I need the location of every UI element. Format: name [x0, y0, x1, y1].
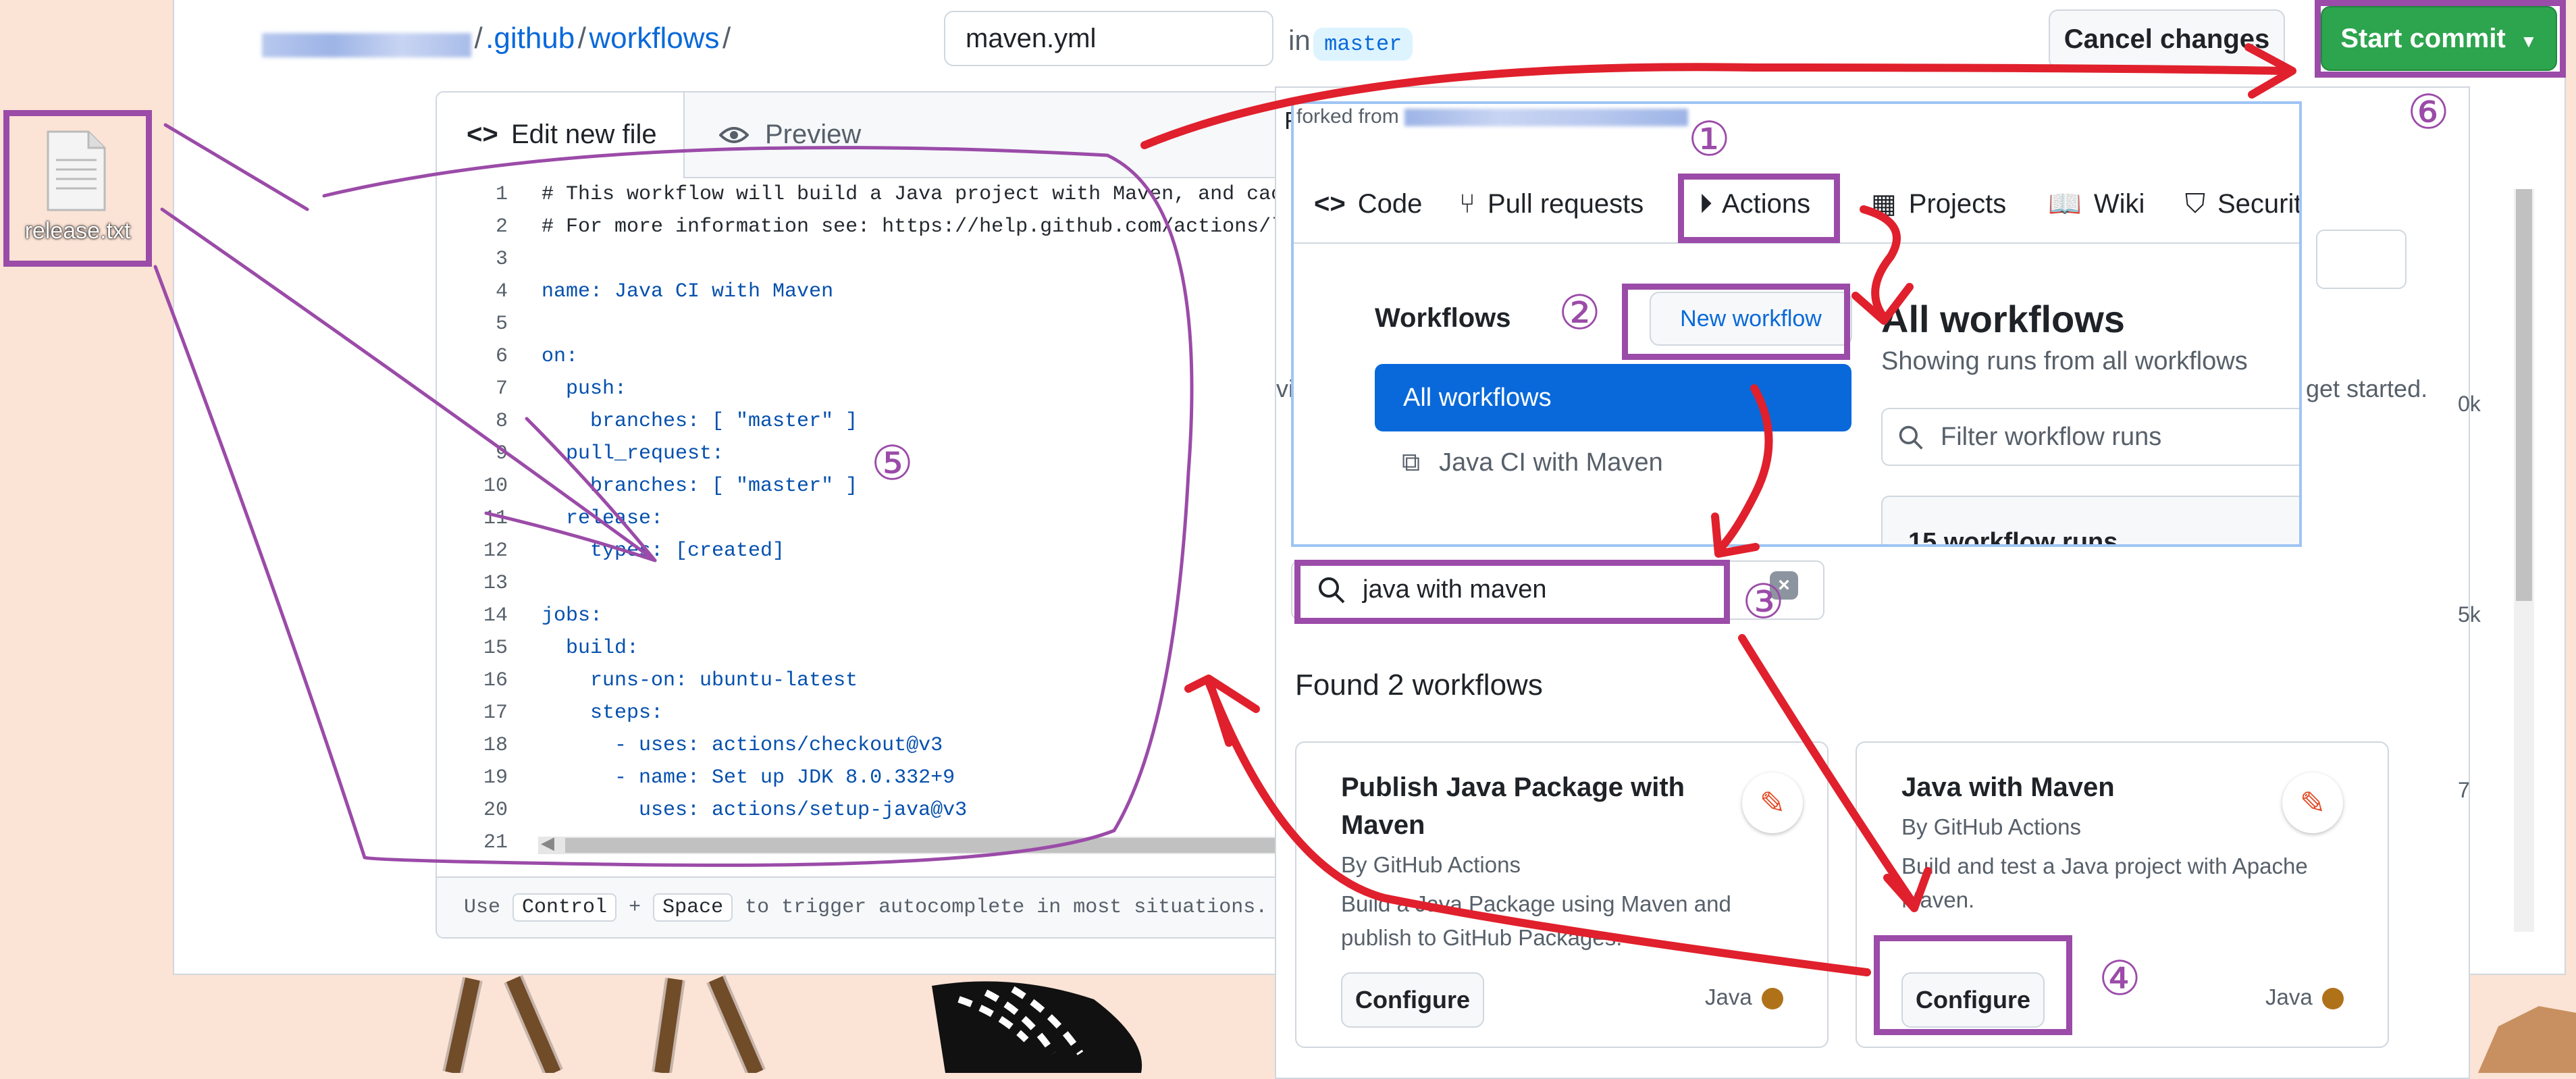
purple-circle-code — [322, 146, 1194, 867]
purple-scribble — [484, 417, 657, 562]
red-arrow-to-new-workflow — [1860, 205, 1901, 321]
purple-line-3 — [153, 265, 367, 860]
annotation-strokes — [153, 43, 2296, 976]
red-arrow-to-configure — [1738, 634, 1918, 909]
red-arrowhead-editor — [1184, 675, 1260, 747]
purple-line-2 — [160, 207, 657, 562]
red-arrow-to-search — [1714, 384, 1773, 554]
red-arrow-to-editor — [1205, 678, 1871, 976]
red-arrow-to-commit — [1140, 63, 2286, 149]
purple-line-1 — [163, 123, 309, 211]
red-arrowhead-new-workflow — [1851, 283, 1914, 325]
